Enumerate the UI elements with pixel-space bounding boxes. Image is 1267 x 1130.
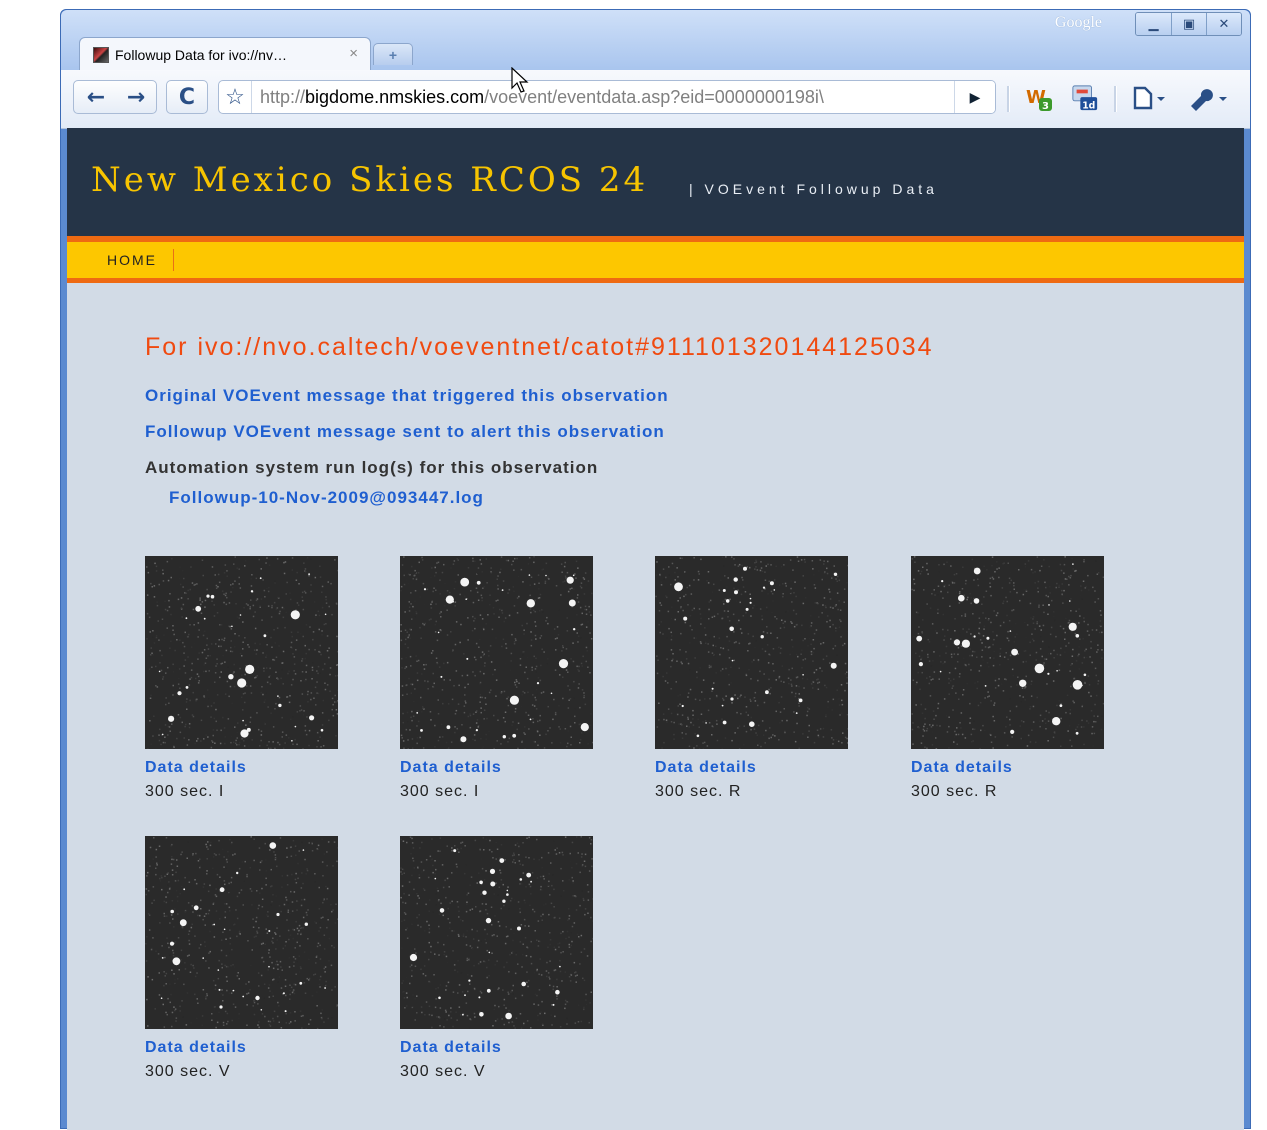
extension-w3c-icon[interactable]: W3	[1025, 84, 1053, 112]
run-log-label: Automation system run log(s) for this ob…	[145, 458, 598, 478]
image-cell: Data details 300 sec. I	[145, 556, 345, 801]
nav-divider	[173, 249, 174, 271]
data-details-link[interactable]: Data details	[911, 759, 1111, 777]
address-bar[interactable]: ☆ http://bigdome.nmskies.com/voevent/eve…	[218, 80, 996, 114]
forward-arrow-icon: →	[127, 85, 145, 110]
exposure-caption: 300 sec. V	[400, 1063, 600, 1081]
original-voevent-link[interactable]: Original VOEvent message that triggered …	[145, 386, 669, 406]
exposure-caption: 300 sec. R	[911, 783, 1111, 801]
image-cell: Data details 300 sec. I	[400, 556, 600, 801]
tab-title: Followup Data for ivo://nv…	[115, 47, 287, 63]
nav-bar: HOME	[67, 242, 1244, 278]
extension-calendar-icon[interactable]: 1d	[1071, 84, 1099, 112]
svg-text:1d: 1d	[1082, 100, 1095, 111]
star-field-image[interactable]	[145, 556, 338, 749]
event-heading: For ivo://nvo.caltech/voeventnet/catot#9…	[145, 333, 934, 362]
google-brand: Google	[1055, 14, 1102, 32]
site-title: New Mexico Skies RCOS 24	[91, 160, 648, 200]
close-window-button[interactable]: ✕	[1206, 13, 1241, 35]
star-field	[145, 836, 338, 1029]
window-controls: ▁ ▣ ✕	[1135, 12, 1242, 36]
star-field-image[interactable]	[145, 836, 338, 1029]
back-arrow-icon: ←	[87, 85, 105, 110]
new-tab-button[interactable]: +	[373, 43, 413, 65]
go-button[interactable]: ▶	[954, 81, 995, 113]
tab-active[interactable]: Followup Data for ivo://nv… ×	[79, 37, 371, 71]
svg-text:3: 3	[1042, 101, 1049, 112]
image-cell: Data details 300 sec. V	[145, 836, 345, 1081]
favicon-icon	[93, 47, 109, 63]
maximize-button[interactable]: ▣	[1171, 13, 1206, 35]
star-field	[911, 556, 1104, 749]
toolbar-separator	[1114, 86, 1117, 112]
site-tagline: | VOEvent Followup Data	[689, 181, 938, 197]
minimize-button[interactable]: ▁	[1136, 13, 1171, 35]
url-text[interactable]: http://bigdome.nmskies.com/voevent/event…	[260, 87, 824, 108]
plus-icon: +	[389, 47, 397, 63]
exposure-caption: 300 sec. V	[145, 1063, 345, 1081]
tab-close-icon[interactable]: ×	[349, 45, 358, 62]
star-field-image[interactable]	[400, 556, 593, 749]
star-field	[655, 556, 848, 749]
bookmark-star-icon[interactable]: ☆	[219, 81, 252, 113]
data-details-link[interactable]: Data details	[145, 1039, 345, 1057]
title-bar: Google ▁ ▣ ✕ Followup Data for ivo://nv……	[61, 10, 1250, 70]
reload-button[interactable]: C	[166, 80, 208, 114]
data-details-link[interactable]: Data details	[400, 759, 600, 777]
star-field	[400, 556, 593, 749]
exposure-caption: 300 sec. R	[655, 783, 855, 801]
data-details-link[interactable]: Data details	[655, 759, 855, 777]
star-field	[400, 836, 593, 1029]
nav-accent-bar	[67, 278, 1244, 283]
reload-icon: C	[179, 85, 195, 110]
nav-home-link[interactable]: HOME	[107, 252, 157, 268]
star-field	[145, 556, 338, 749]
star-field-image[interactable]	[400, 836, 593, 1029]
data-details-link[interactable]: Data details	[145, 759, 345, 777]
image-cell: Data details 300 sec. R	[655, 556, 855, 801]
browser-window: Google ▁ ▣ ✕ Followup Data for ivo://nv……	[60, 9, 1251, 1129]
play-icon: ▶	[970, 89, 981, 106]
site-header: New Mexico Skies RCOS 24 | VOEvent Follo…	[67, 128, 1244, 236]
wrench-menu-icon[interactable]	[1185, 84, 1229, 112]
star-field-image[interactable]	[911, 556, 1104, 749]
browser-toolbar: ← → C ☆ http://bigdome.nmskies.com/voeve…	[61, 70, 1250, 129]
image-cell: Data details 300 sec. R	[911, 556, 1111, 801]
star-field-image[interactable]	[655, 556, 848, 749]
followup-voevent-link[interactable]: Followup VOEvent message sent to alert t…	[145, 422, 665, 442]
back-button[interactable]: ←	[77, 80, 115, 114]
data-details-link[interactable]: Data details	[400, 1039, 600, 1057]
image-cell: Data details 300 sec. V	[400, 836, 600, 1081]
run-log-link[interactable]: Followup-10-Nov-2009@093447.log	[169, 488, 484, 508]
exposure-caption: 300 sec. I	[400, 783, 600, 801]
page-menu-icon[interactable]	[1129, 84, 1169, 112]
page-viewport: New Mexico Skies RCOS 24 | VOEvent Follo…	[67, 128, 1244, 1130]
exposure-caption: 300 sec. I	[145, 783, 345, 801]
forward-button[interactable]: →	[117, 80, 155, 114]
toolbar-separator	[1007, 86, 1010, 112]
